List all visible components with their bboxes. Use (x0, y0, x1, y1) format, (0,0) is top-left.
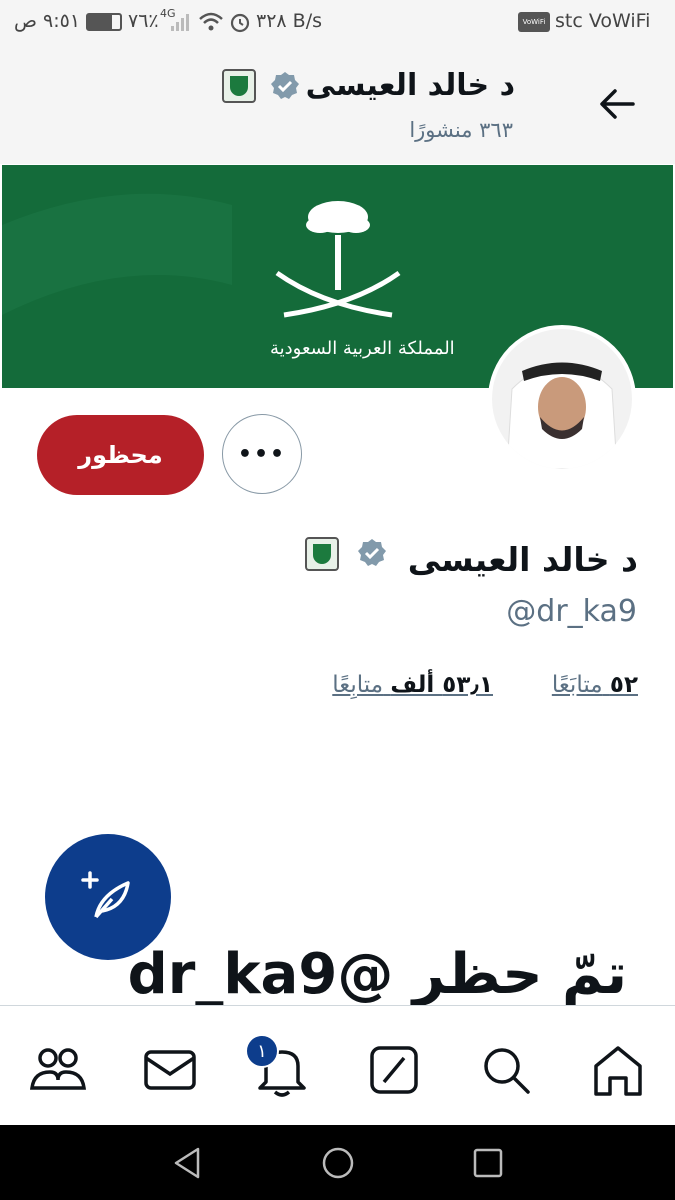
battery-icon (86, 13, 122, 31)
verified-badge-icon (271, 72, 299, 99)
followers-count: ٥٣٫١ ألف (390, 672, 493, 698)
blocked-notice: تمّ حظر @dr_ka9 (127, 942, 627, 1007)
signal-icon (171, 14, 189, 31)
home-icon[interactable] (588, 1040, 648, 1100)
posts-count: ٣٦٣ منشورًا (409, 118, 513, 142)
system-home-icon[interactable] (320, 1145, 356, 1181)
wifi-icon (199, 12, 223, 31)
messages-icon[interactable] (140, 1040, 200, 1100)
compose-button[interactable] (45, 834, 171, 960)
verified-badge-icon (358, 539, 386, 566)
header-name: د خالد العيسى (305, 68, 515, 103)
status-time: ٩:٥١ ص (14, 10, 81, 32)
following-stat[interactable]: ٥٢ متابَعًا (552, 672, 638, 698)
alarm-icon (230, 13, 250, 33)
club-logo-icon (222, 69, 256, 103)
compose-feather-icon (81, 871, 130, 919)
bottom-navigation (0, 1005, 675, 1126)
battery-percent: ٧٦٪ (128, 10, 159, 32)
profile-header (0, 44, 675, 164)
following-label: متابَعًا (551, 672, 603, 698)
system-recents-icon[interactable] (470, 1145, 506, 1181)
system-back-icon[interactable] (170, 1145, 206, 1181)
avatar[interactable] (488, 325, 636, 473)
network-speed: ٣٢٨ B/s (256, 10, 322, 32)
more-dots-icon: ••• (237, 441, 287, 467)
more-options-button[interactable]: ••• (222, 414, 302, 494)
following-count: ٥٢ (609, 672, 638, 698)
grok-icon[interactable] (364, 1040, 424, 1100)
followers-stat[interactable]: ٥٣٫١ ألف متابِعًا (332, 672, 493, 698)
profile-handle: @dr_ka9 (506, 594, 637, 629)
carrier-name: stc VoWiFi (555, 10, 651, 32)
back-arrow-icon[interactable] (597, 86, 637, 122)
notification-badge: ١ (245, 1034, 279, 1068)
profile-name: د خالد العيسى (407, 540, 638, 579)
communities-icon[interactable] (28, 1040, 88, 1100)
club-logo-icon (305, 537, 339, 571)
vowifi-badge: VoWiFi (518, 12, 550, 32)
search-icon[interactable] (476, 1040, 536, 1100)
followers-label: متابِعًا (332, 672, 384, 698)
banner-caption: المملكة العربية السعودية (270, 338, 455, 359)
blocked-button[interactable]: محظور (37, 415, 204, 495)
